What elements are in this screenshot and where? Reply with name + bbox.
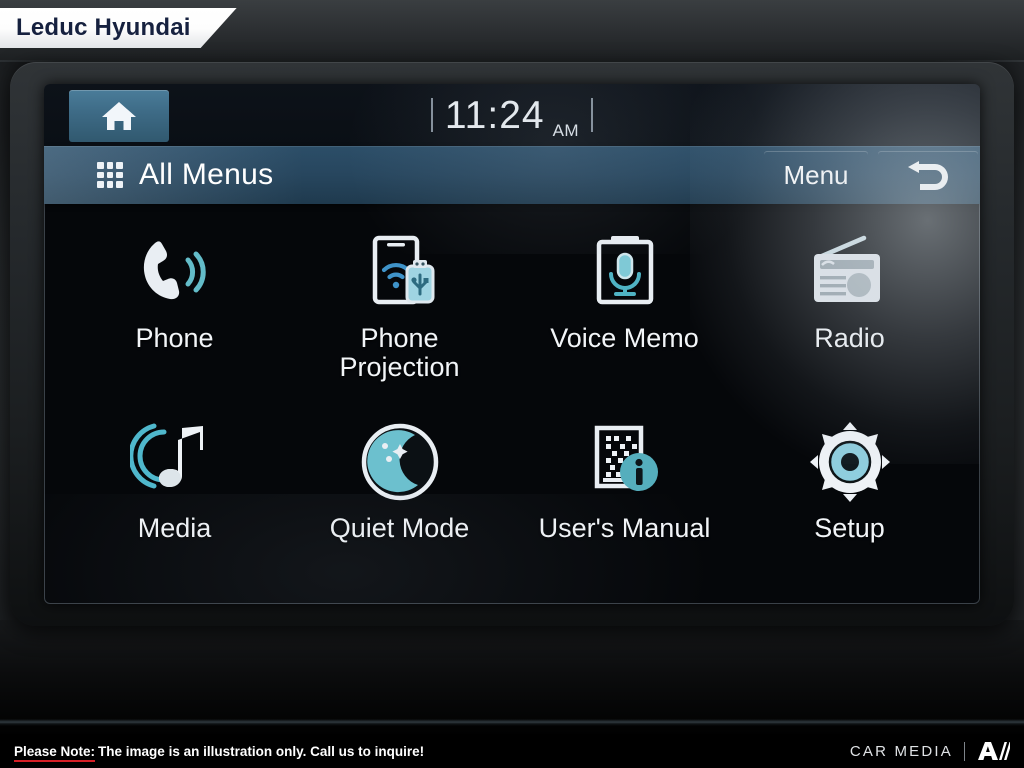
menu-item-phone-projection[interactable]: Phone Projection [287, 218, 512, 404]
dashboard-photo: Leduc Hyundai 11:24 AM All Menus Menu Ph… [0, 0, 1024, 768]
head-unit-bezel: 11:24 AM All Menus Menu Phone Phone Proj… [10, 62, 1014, 626]
disclaimer-prefix: Please Note: [14, 743, 96, 762]
menu-item-label: Media [137, 513, 212, 543]
dealer-banner: Leduc Hyundai [0, 8, 237, 48]
menu-item-setup[interactable]: Setup [737, 408, 962, 594]
phone-handset-icon [132, 224, 218, 320]
brand-name: CAR MEDIA [849, 742, 953, 760]
menu-item-voice-memo[interactable]: Voice Memo [512, 218, 737, 404]
footer-bar: Please Note: The image is an illustration… [0, 734, 1024, 768]
menu-item-label: Phone Projection [339, 323, 460, 382]
infotainment-screen: 11:24 AM All Menus Menu Phone Phone Proj… [44, 84, 980, 604]
clock: 11:24 AM [44, 84, 980, 146]
menu-item-label: Setup [814, 513, 885, 543]
chrome-trim-strip [0, 719, 1024, 726]
menu-item-label: Quiet Mode [329, 513, 470, 543]
radio-icon [802, 224, 898, 320]
clock-divider-right [591, 98, 594, 132]
clock-period: AM [552, 121, 580, 140]
menu-button[interactable]: Menu [764, 151, 868, 199]
menu-item-label: User's Manual [538, 513, 711, 543]
quiet-mode-moon-icon [357, 414, 443, 510]
brand-logo-icon [976, 741, 1010, 761]
menu-item-radio[interactable]: Radio [737, 218, 962, 404]
voice-memo-icon [583, 224, 667, 320]
menu-item-label: Phone [135, 323, 214, 353]
users-manual-qr-icon [581, 414, 669, 510]
page-title: All Menus [139, 158, 274, 191]
disclaimer-body: The image is an illustration only. Call … [98, 743, 425, 759]
status-bar: 11:24 AM [44, 84, 980, 146]
dealer-name: Leduc Hyundai [16, 14, 191, 41]
menu-item-label: Voice Memo [550, 323, 699, 353]
car-media-brand: CAR MEDIA [850, 741, 1010, 761]
music-note-icon [129, 414, 220, 510]
menu-item-media[interactable]: Media [62, 408, 287, 594]
phone-projection-icon [357, 224, 443, 320]
menu-button-label: Menu [783, 159, 849, 190]
brand-divider [964, 741, 965, 761]
menu-item-users-manual[interactable]: User's Manual [512, 408, 737, 594]
back-arrow-icon [908, 161, 948, 190]
title-bar: All Menus Menu [44, 146, 980, 204]
menu-item-quiet-mode[interactable]: Quiet Mode [287, 408, 512, 594]
grid-menu-icon [97, 162, 123, 188]
clock-divider-left [430, 98, 433, 132]
menu-item-label: Radio [814, 323, 885, 353]
menu-item-phone[interactable]: Phone [62, 218, 287, 404]
clock-time: 11:24 [444, 93, 545, 137]
back-button[interactable] [878, 151, 978, 199]
all-menus-grid: Phone Phone Projection Voice Memo Radio … [44, 204, 980, 594]
setup-gear-icon [807, 414, 893, 510]
disclaimer-note: Please Note: The image is an illustration… [14, 743, 425, 762]
